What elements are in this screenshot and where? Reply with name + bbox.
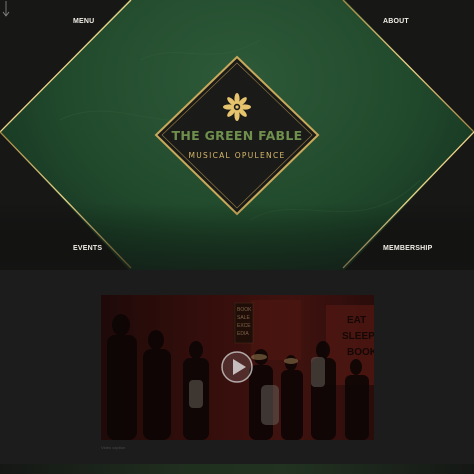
- video-caption: Video caption: [101, 445, 126, 450]
- hero-section: MENU ABOUT EVENTS MEMBERSHIP THE GREEN F…: [0, 0, 474, 270]
- next-section-band: [0, 464, 474, 474]
- nav-about-link[interactable]: ABOUT: [383, 18, 409, 25]
- scroll-down-arrow-icon[interactable]: [0, 0, 12, 18]
- play-icon[interactable]: [220, 350, 254, 384]
- video-player[interactable]: BOOK SALE EXCE EDIA EAT SLEEP BOOK: [101, 295, 374, 440]
- nav-events-link[interactable]: EVENTS: [73, 245, 102, 252]
- nav-membership-link[interactable]: MEMBERSHIP: [383, 245, 432, 252]
- nav-menu-link[interactable]: MENU: [73, 18, 94, 25]
- site-title: THE GREEN FABLE: [171, 128, 303, 143]
- site-tagline: MUSICAL OPULENCE: [188, 151, 286, 160]
